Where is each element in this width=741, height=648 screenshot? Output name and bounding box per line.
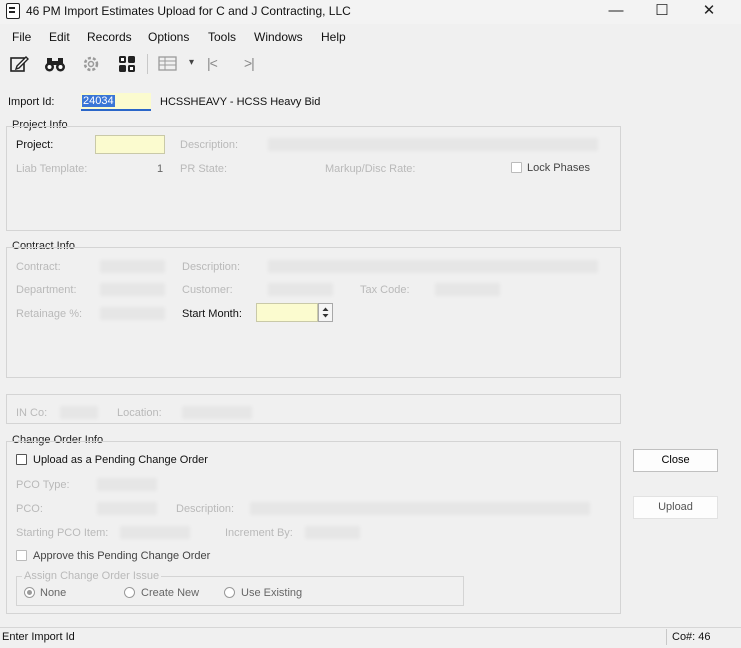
location-field <box>182 406 252 419</box>
lock-phases-label: Lock Phases <box>527 162 590 174</box>
tax-code-field <box>435 283 500 296</box>
import-id-input[interactable]: 24034 <box>81 93 151 111</box>
start-month-spinner[interactable] <box>318 303 333 322</box>
gear-icon[interactable] <box>78 52 104 76</box>
toolbar <box>0 49 741 79</box>
edit-icon[interactable] <box>6 52 32 76</box>
company-number: Co#: 46 <box>672 631 711 643</box>
customer-label: Customer: <box>182 284 233 296</box>
contract-label: Contract: <box>16 261 61 273</box>
menu-records[interactable]: Records <box>87 30 132 44</box>
approve-pending-checkbox[interactable] <box>16 550 27 561</box>
radio-use-existing-label: Use Existing <box>241 587 303 599</box>
close-button[interactable]: Close <box>633 449 718 472</box>
retainage-field <box>100 307 165 320</box>
status-divider <box>666 629 667 645</box>
starting-pco-item-label: Starting PCO Item: <box>16 527 109 539</box>
start-month-label: Start Month: <box>182 308 242 320</box>
menu-tools[interactable]: Tools <box>208 30 236 44</box>
menu-options[interactable]: Options <box>148 30 189 44</box>
app-icon <box>6 3 20 19</box>
increment-by-label: Increment By: <box>225 527 293 539</box>
last-record-icon[interactable]: >| <box>244 55 255 71</box>
retainage-label: Retainage %: <box>16 308 83 320</box>
location-label: Location: <box>117 407 162 419</box>
binoculars-icon[interactable] <box>42 52 68 76</box>
department-label: Department: <box>16 284 77 296</box>
menu-edit[interactable]: Edit <box>49 30 70 44</box>
pco-type-field <box>97 478 157 491</box>
customer-field <box>268 283 333 296</box>
contract-description-label: Description: <box>182 261 241 273</box>
upload-pending-checkbox[interactable] <box>16 454 27 465</box>
pco-field <box>97 502 157 515</box>
upload-button[interactable]: Upload <box>633 496 718 519</box>
project-description-label: Description: <box>180 139 239 151</box>
lock-phases-checkbox[interactable] <box>511 162 522 173</box>
menu-windows[interactable]: Windows <box>254 30 303 44</box>
start-month-input[interactable] <box>256 303 318 322</box>
inventory-group <box>6 394 621 424</box>
in-co-field <box>60 406 98 419</box>
grid-icon[interactable] <box>114 52 140 76</box>
status-bar <box>0 627 741 648</box>
contract-description-field <box>268 260 598 273</box>
project-input[interactable] <box>95 135 165 154</box>
radio-none-label: None <box>40 587 67 599</box>
pco-label: PCO: <box>16 503 43 515</box>
first-record-icon[interactable]: |< <box>207 55 218 71</box>
menu-help[interactable]: Help <box>321 30 346 44</box>
close-window-button[interactable]: ✕ <box>686 0 732 24</box>
minimize-button[interactable]: — <box>593 0 639 24</box>
upload-pending-label: Upload as a Pending Change Order <box>33 454 208 466</box>
project-description-field <box>268 138 598 151</box>
radio-none[interactable] <box>24 587 35 598</box>
pco-description-label: Description: <box>176 503 235 515</box>
maximize-button[interactable]: ☐ <box>639 0 685 24</box>
menu-file[interactable]: File <box>12 30 31 44</box>
liab-template-value: 1 <box>157 163 164 175</box>
toolbar-separator <box>147 54 148 74</box>
pco-description-field <box>250 502 590 515</box>
import-id-label: Import Id: <box>8 96 55 108</box>
department-field <box>100 283 165 296</box>
pr-state-label: PR State: <box>180 163 228 175</box>
window-title: 46 PM Import Estimates Upload for C and … <box>26 4 351 18</box>
import-id-value: 24034 <box>82 95 115 107</box>
project-label: Project: <box>16 139 54 151</box>
increment-by-field <box>305 526 360 539</box>
liab-template-label: Liab Template: <box>16 163 88 175</box>
approve-pending-label: Approve this Pending Change Order <box>33 550 211 562</box>
markup-label: Markup/Disc Rate: <box>325 163 416 175</box>
contract-field <box>100 260 165 273</box>
starting-pco-item-field <box>120 526 190 539</box>
tax-code-label: Tax Code: <box>360 284 410 296</box>
assign-issue-title: Assign Change Order Issue <box>22 570 162 582</box>
radio-use-existing[interactable] <box>224 587 235 598</box>
in-co-label: IN Co: <box>16 407 48 419</box>
pco-type-label: PCO Type: <box>16 479 70 491</box>
radio-create-new-label: Create New <box>141 587 200 599</box>
table-dropdown-icon[interactable]: ▾ <box>189 57 194 68</box>
table-icon[interactable] <box>155 52 181 76</box>
import-description: HCSSHEAVY - HCSS Heavy Bid <box>160 96 321 108</box>
radio-create-new[interactable] <box>124 587 135 598</box>
status-message: Enter Import Id <box>2 631 75 643</box>
